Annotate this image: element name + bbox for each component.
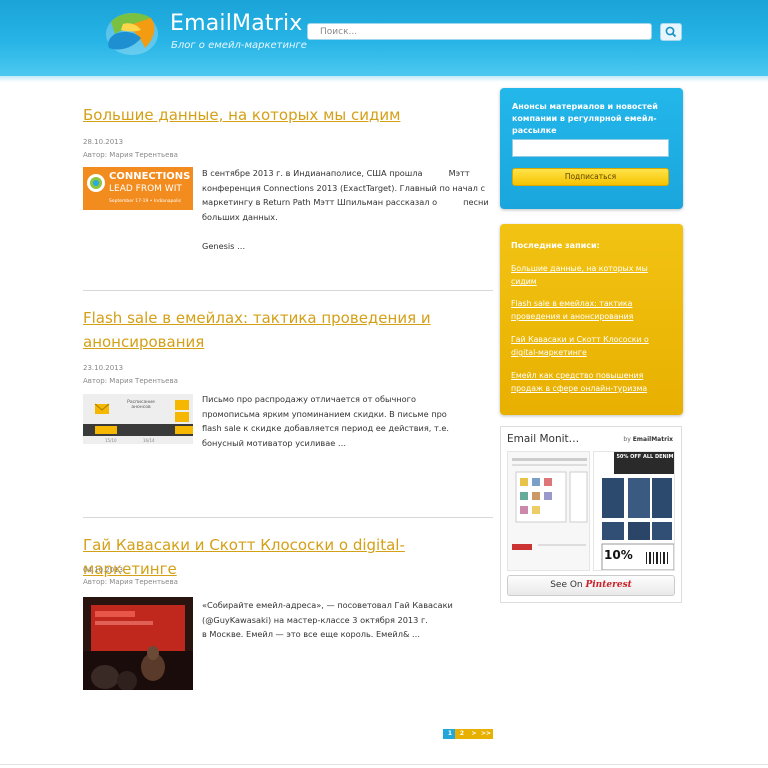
svg-text:16/14: 16/14	[143, 438, 155, 443]
post-date: 28.10.2013	[83, 138, 124, 146]
search-button[interactable]	[660, 23, 682, 41]
thumb-heading: CONNECTIONS	[109, 171, 191, 182]
last-page-link[interactable]: >>	[479, 729, 493, 739]
ad-discount: 10%	[604, 548, 633, 562]
see-on-pinterest-button[interactable]: See On Pinterest	[507, 575, 675, 596]
conference-photo	[83, 597, 193, 690]
thumb-caption: September 17-19 • Indianapolis	[109, 199, 182, 204]
site-header: EmailMatrix Блог о емейл-маркетинге	[0, 0, 768, 82]
site-title[interactable]: EmailMatrix	[170, 11, 303, 36]
post-excerpt: «Собирайте емейл-адреса», — посоветовал …	[202, 600, 453, 639]
post-excerpt: В сентябре 2013 г. в Индианаполисе, США …	[202, 168, 489, 251]
byline-prefix: by	[623, 436, 631, 443]
post-date: 04.10.2013	[83, 566, 124, 574]
logo-icon[interactable]	[103, 8, 159, 58]
post-author: Автор: Мария Терентьева	[83, 151, 178, 159]
subscribe-widget: Анонсы материалов и новостей компании в …	[500, 88, 683, 209]
post-divider	[83, 290, 493, 291]
pinterest-board-title[interactable]: Email Monit…	[507, 433, 579, 445]
post-thumbnail[interactable]: 15/10 16/14 Расписание анонсов	[83, 394, 193, 444]
search-icon	[665, 26, 677, 38]
footer-divider	[0, 764, 768, 765]
thumb-subheading: LEAD FROM WIT	[109, 184, 182, 194]
post-excerpt: Письмо про распродажу отличается от обыч…	[202, 394, 449, 448]
pinterest-logo: Pinterest	[585, 580, 632, 590]
email-screenshot-image	[508, 452, 589, 570]
pinterest-byline: by EmailMatrix	[623, 436, 673, 443]
see-on-label: See On	[550, 580, 583, 590]
subscribe-button[interactable]: Подписаться	[512, 168, 669, 186]
post-thumbnail[interactable]	[83, 597, 193, 690]
pin-image[interactable]	[507, 451, 590, 571]
post-author: Автор: Мария Терентьева	[83, 377, 178, 385]
recent-posts-widget: Последние записи: Большие данные, на кот…	[500, 224, 683, 415]
search-input[interactable]	[307, 23, 652, 40]
pin-image[interactable]: 50% OFF ALL DENIM 10%	[593, 451, 675, 571]
post-author: Автор: Мария Терентьева	[83, 578, 178, 586]
post-title[interactable]: Гай Кавасаки и Скотт Клососки о digital-…	[83, 533, 483, 581]
post-title[interactable]: Flash sale в емейлах: тактика проведения…	[83, 306, 483, 354]
thumb-caption: Расписание анонсов	[127, 400, 155, 410]
post-title[interactable]: Большие данные, на которых мы сидим	[83, 103, 483, 127]
email-field[interactable]	[512, 139, 669, 157]
ad-headline: 50% OFF ALL DENIM	[616, 454, 674, 460]
recent-posts-heading: Последние записи:	[511, 241, 600, 250]
pinterest-widget: Email Monit… by EmailMatrix 50% OFF ALL …	[500, 426, 682, 603]
recent-post-link[interactable]: Гай Кавасаки и Скотт Клососки о digital-…	[511, 333, 671, 359]
recent-post-link[interactable]: Flash sale в емейлах: тактика проведения…	[511, 297, 671, 323]
byline-name[interactable]: EmailMatrix	[633, 436, 673, 443]
subscribe-text: Анонсы материалов и новостей компании в …	[512, 102, 658, 135]
recent-post-link[interactable]: Емейл как средство повышения продаж в сф…	[511, 369, 671, 395]
recent-post-link[interactable]: Большие данные, на которых мы сидим	[511, 262, 671, 288]
post-thumbnail[interactable]: CONNECTIONS LEAD FROM WIT September 17-1…	[83, 167, 193, 210]
post-date: 23.10.2013	[83, 364, 124, 372]
site-tagline: Блог о емейл-маркетинге	[171, 40, 307, 51]
post-divider	[83, 517, 493, 518]
svg-text:15/10: 15/10	[105, 438, 117, 443]
